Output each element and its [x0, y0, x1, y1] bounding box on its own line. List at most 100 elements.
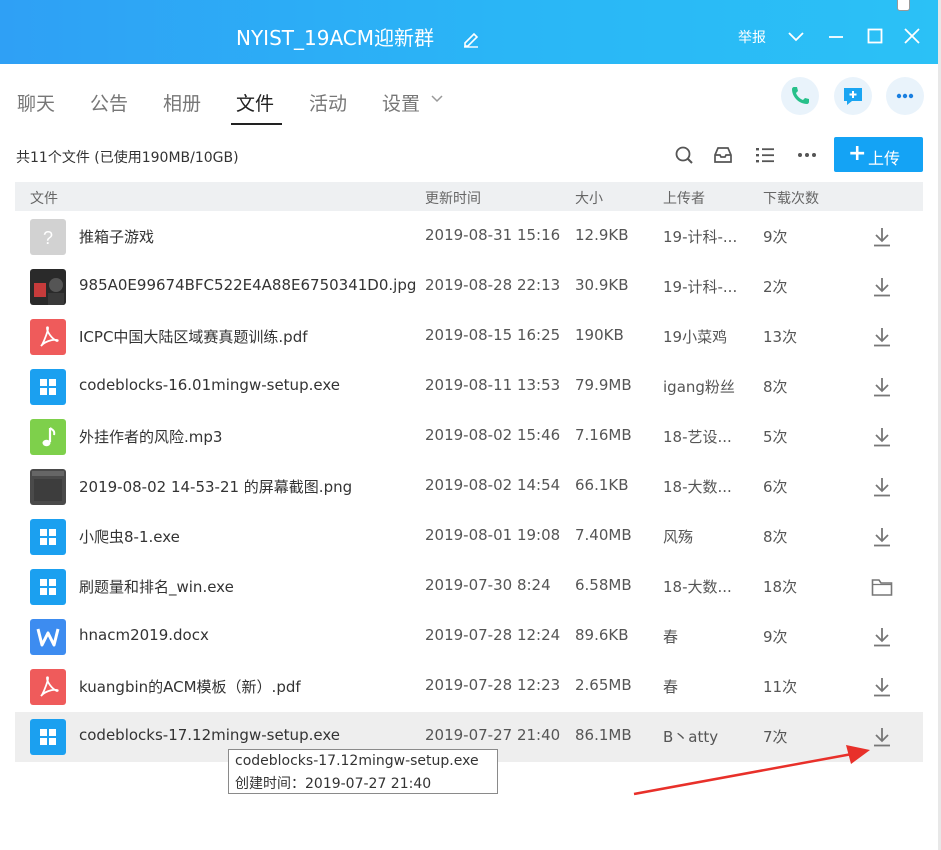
call-button[interactable]	[781, 77, 819, 115]
file-row[interactable]: 外挂作者的风险.mp3 2019-08-02 15:46 7.16MB 18-艺设..…	[15, 412, 923, 462]
file-size: 190KB	[575, 326, 624, 344]
inbox-icon[interactable]	[712, 144, 734, 166]
file-updated-time: 2019-07-27 21:40	[425, 726, 561, 744]
upload-label: 上传	[868, 149, 901, 168]
upload-button[interactable]: + 上传	[834, 137, 923, 172]
file-name[interactable]: 985A0E99674BFC522E4A88E6750341D0.jpg	[79, 276, 416, 294]
file-name[interactable]: kuangbin的ACM模板（新）.pdf	[79, 676, 301, 697]
word-doc-icon	[30, 619, 66, 655]
file-uploader[interactable]: 19小菜鸡	[663, 326, 727, 347]
unknown-file-icon: ?	[30, 219, 66, 255]
file-name[interactable]: codeblocks-17.12mingw-setup.exe	[79, 726, 340, 744]
file-uploader[interactable]: 19-计科-...	[663, 226, 737, 247]
file-uploader[interactable]: 19-计科-...	[663, 276, 737, 297]
file-name[interactable]: ICPC中国大陆区域赛真题训练.pdf	[79, 326, 308, 347]
file-name[interactable]: 小爬虫8-1.exe	[79, 526, 180, 547]
file-size: 7.16MB	[575, 426, 632, 444]
chevron-down-icon[interactable]	[787, 27, 805, 45]
download-icon[interactable]	[871, 476, 891, 498]
file-size: 12.9KB	[575, 226, 629, 244]
file-row[interactable]: kuangbin的ACM模板（新）.pdf 2019-07-28 12:23 2.6…	[15, 662, 923, 712]
download-icon[interactable]	[871, 526, 891, 548]
column-size[interactable]: 大小	[575, 188, 603, 208]
file-row[interactable]: ? 推箱子游戏 2019-08-31 15:16 12.9KB 19-计科-... 9次	[15, 212, 923, 262]
file-uploader[interactable]: 18-大数...	[663, 576, 732, 597]
file-row[interactable]: hnacm2019.docx 2019-07-28 12:24 89.6KB 春 9次	[15, 612, 923, 662]
file-download-count: 9次	[763, 228, 788, 246]
file-uploader[interactable]: 18-艺设...	[663, 426, 732, 447]
file-updated-time: 2019-07-28 12:23	[425, 676, 561, 694]
file-row[interactable]: ICPC中国大陆区域赛真题训练.pdf 2019-08-15 16:25 190KB…	[15, 312, 923, 362]
tab-chat[interactable]: 聊天	[17, 89, 55, 116]
storage-summary: 共11个文件 (已使用190MB/10GB)	[16, 150, 239, 166]
table-header: 文件 更新时间 大小 上传者 下载次数	[15, 182, 923, 211]
tab-settings[interactable]: 设置	[382, 89, 420, 116]
tab-announcement[interactable]: 公告	[90, 89, 128, 116]
more-options-icon[interactable]	[796, 144, 818, 166]
file-uploader[interactable]: igang粉丝	[663, 376, 735, 397]
file-download-count: 8次	[763, 528, 788, 546]
tab-files[interactable]: 文件	[236, 89, 274, 116]
windows-exe-icon	[30, 569, 66, 605]
file-updated-time: 2019-08-01 19:08	[425, 526, 561, 544]
download-icon[interactable]	[871, 326, 891, 348]
file-row[interactable]: 刷题量和排名_win.exe 2019-07-30 8:24 6.58MB 18-大数…	[15, 562, 923, 612]
file-uploader[interactable]: 春	[663, 626, 678, 647]
close-icon[interactable]	[903, 27, 921, 45]
file-row[interactable]: 小爬虫8-1.exe 2019-08-01 19:08 7.40MB 风殇 8次	[15, 512, 923, 562]
file-updated-time: 2019-08-31 15:16	[425, 226, 561, 244]
file-tooltip: codeblocks-17.12mingw-setup.exe 创建时间：201…	[228, 749, 498, 794]
tooltip-filename: codeblocks-17.12mingw-setup.exe	[235, 753, 479, 769]
column-downloads[interactable]: 下载次数	[763, 188, 819, 208]
file-size: 2.65MB	[575, 676, 632, 694]
pdf-icon	[30, 319, 66, 355]
download-icon[interactable]	[871, 626, 891, 648]
file-size: 6.58MB	[575, 576, 632, 594]
column-uploader[interactable]: 上传者	[663, 188, 705, 208]
more-button[interactable]	[886, 77, 924, 115]
file-size: 89.6KB	[575, 626, 629, 644]
file-size: 86.1MB	[575, 726, 632, 744]
file-size: 7.40MB	[575, 526, 632, 544]
file-size: 30.9KB	[575, 276, 629, 294]
file-download-count: 2次	[763, 278, 788, 296]
windows-exe-icon	[30, 519, 66, 555]
more-dots-icon	[896, 93, 914, 99]
edit-pencil-icon[interactable]	[462, 30, 480, 48]
file-updated-time: 2019-08-02 14:54	[425, 476, 561, 494]
column-file[interactable]: 文件	[30, 188, 58, 208]
file-name[interactable]: 外挂作者的风险.mp3	[79, 426, 222, 447]
pdf-icon	[30, 669, 66, 705]
column-updated[interactable]: 更新时间	[425, 188, 481, 208]
report-button[interactable]: 举报	[738, 27, 766, 47]
settings-chevron-down-icon[interactable]	[430, 94, 444, 104]
tab-album[interactable]: 相册	[163, 89, 201, 116]
message-button[interactable]	[834, 77, 872, 115]
tooltip-created: 创建时间：2019-07-27 21:40	[235, 776, 432, 792]
list-view-icon[interactable]	[754, 144, 776, 166]
file-name[interactable]: codeblocks-16.01mingw-setup.exe	[79, 376, 340, 394]
file-updated-time: 2019-08-02 15:46	[425, 426, 561, 444]
file-row[interactable]: 2019-08-02 14-53-21 的屏幕截图.png 2019-08-02 …	[15, 462, 923, 512]
tab-activity[interactable]: 活动	[309, 89, 347, 116]
search-icon[interactable]	[673, 144, 695, 166]
file-row[interactable]: codeblocks-16.01mingw-setup.exe 2019-08-1…	[15, 362, 923, 412]
maximize-icon[interactable]	[866, 27, 884, 45]
file-uploader[interactable]: 18-大数...	[663, 476, 732, 497]
minimize-icon[interactable]	[827, 27, 845, 45]
file-name[interactable]: 2019-08-02 14-53-21 的屏幕截图.png	[79, 476, 352, 497]
file-updated-time: 2019-08-28 22:13	[425, 276, 561, 294]
file-name[interactable]: 刷题量和排名_win.exe	[79, 576, 234, 597]
file-uploader[interactable]: 春	[663, 676, 678, 697]
group-title: NYIST_19ACM迎新群	[236, 26, 434, 50]
download-icon[interactable]	[871, 276, 891, 298]
download-icon[interactable]	[871, 226, 891, 248]
file-name[interactable]: 推箱子游戏	[79, 226, 154, 247]
file-uploader[interactable]: 风殇	[663, 526, 693, 547]
download-icon[interactable]	[871, 376, 891, 398]
file-name[interactable]: hnacm2019.docx	[79, 626, 209, 644]
download-icon[interactable]	[871, 426, 891, 448]
folder-icon[interactable]	[871, 576, 893, 598]
download-icon[interactable]	[871, 676, 891, 698]
file-row[interactable]: 985A0E99674BFC522E4A88E6750341D0.jpg 2019…	[15, 262, 923, 312]
